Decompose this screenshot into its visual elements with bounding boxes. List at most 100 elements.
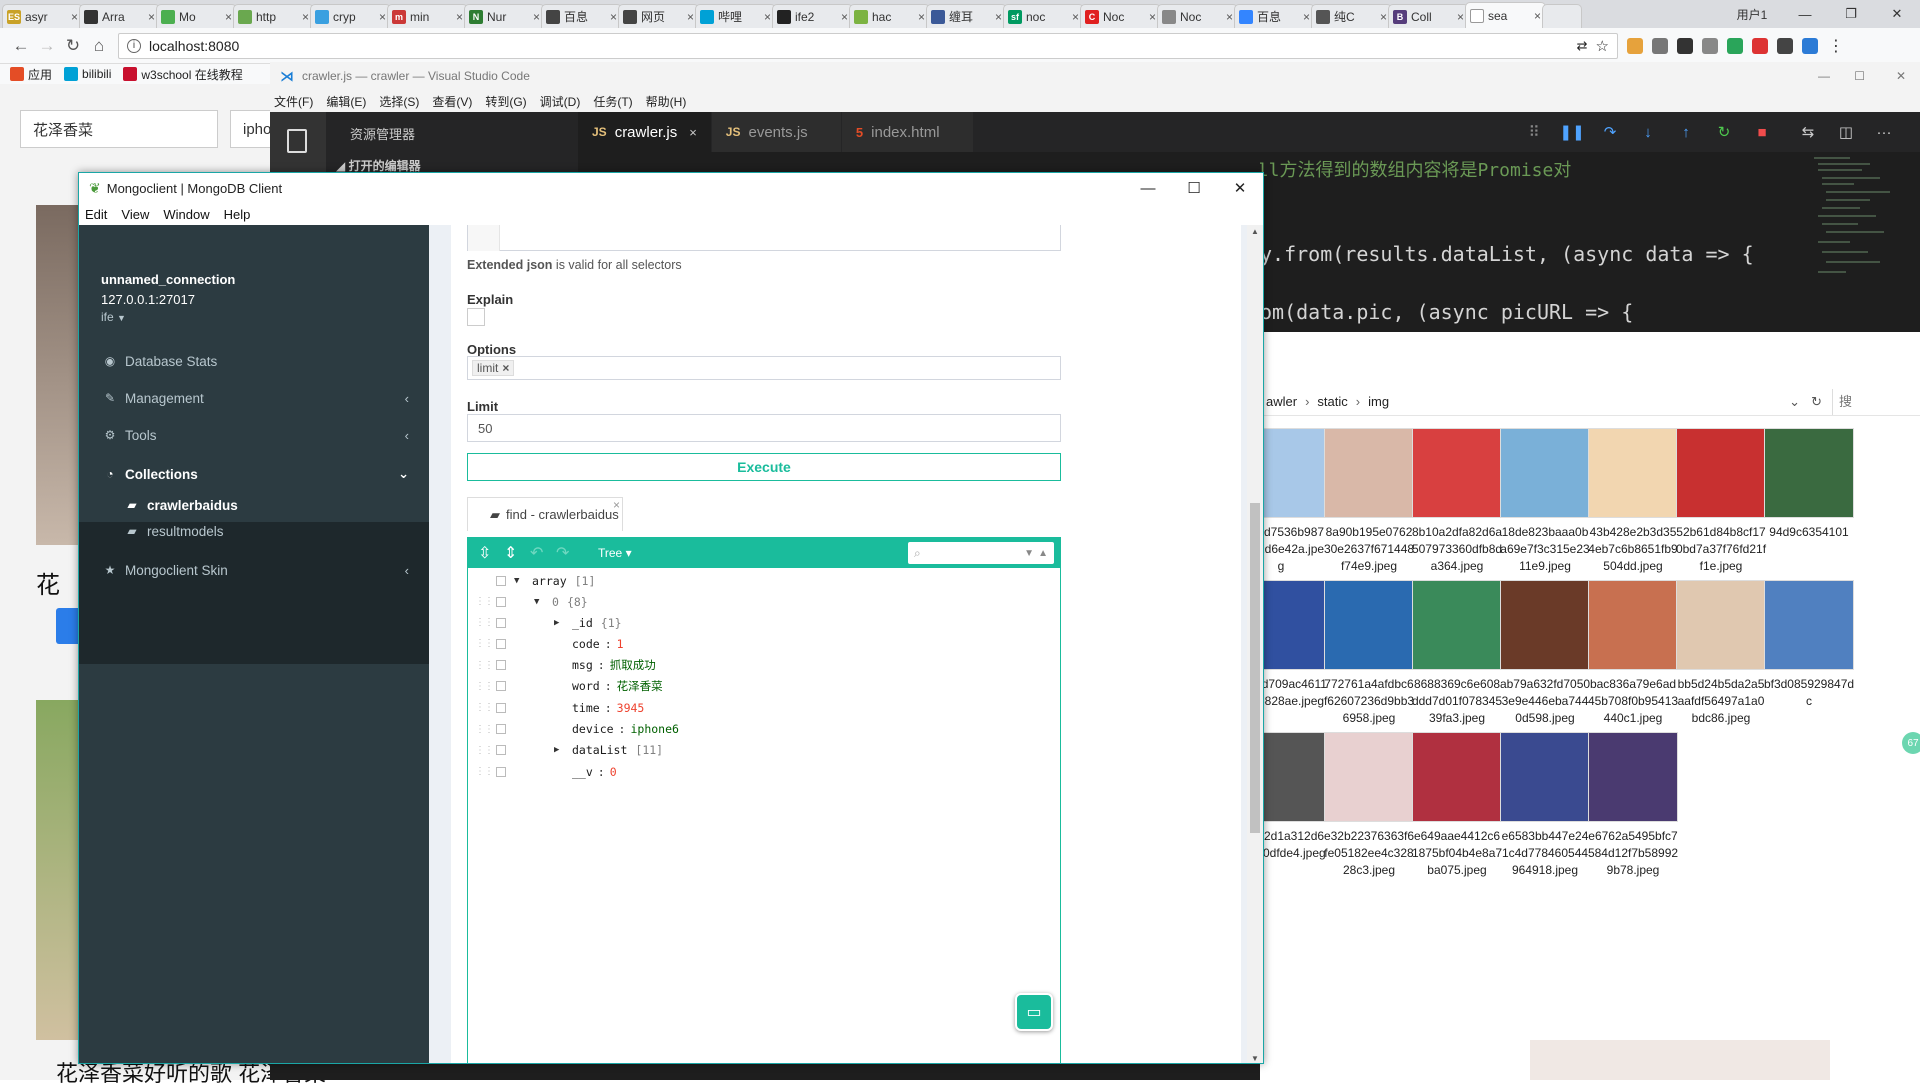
drag-handle-icon[interactable]: ⠿ — [1515, 123, 1553, 141]
tree-value[interactable]: 3945 — [617, 701, 645, 715]
content-scrollbar[interactable]: ▲ ▼ — [1247, 225, 1263, 1063]
pause-icon[interactable]: ❚❚ — [1553, 123, 1591, 141]
browser-tab[interactable]: 百息 × — [1234, 4, 1315, 28]
tree-search-input[interactable]: ⌕ ▼ ▲ — [908, 542, 1054, 564]
row-checkbox[interactable] — [496, 681, 506, 692]
vscode-menu-item[interactable]: 查看(V) — [432, 93, 472, 110]
side-badge[interactable]: 67 — [1902, 732, 1920, 754]
close-tab-icon[interactable]: × — [302, 10, 309, 24]
close-tab-icon[interactable]: × — [1149, 10, 1156, 24]
tree-row[interactable]: ⋮⋮ ▶ dataList [11] — [468, 740, 1060, 761]
bookmark-item[interactable]: w3school 在线教程 — [123, 66, 243, 83]
close-tab-icon[interactable]: × — [764, 10, 771, 24]
extension-icon[interactable] — [1652, 37, 1668, 54]
option-tag[interactable]: limit × — [472, 360, 515, 376]
close-tab-icon[interactable]: × — [613, 498, 620, 512]
browser-tab[interactable]: ife2 × — [772, 4, 853, 28]
step-over-icon[interactable]: ↷ — [1591, 123, 1629, 141]
tree-value[interactable]: 1 — [617, 637, 624, 651]
browser-tab[interactable]: Arra × — [79, 4, 160, 28]
chat-icon[interactable]: ▭ — [1015, 993, 1053, 1031]
browser-tab[interactable]: 纯C × — [1311, 4, 1392, 28]
close-tab-icon[interactable]: × — [687, 10, 694, 24]
close-icon[interactable]: ✕ — [1217, 173, 1263, 203]
mongoclient-menu-item[interactable]: View — [121, 207, 149, 222]
extension-icon[interactable] — [1802, 37, 1818, 54]
scroll-up-icon[interactable]: ▲ — [1251, 227, 1259, 236]
bookmark-item[interactable]: 应用 — [10, 66, 52, 83]
files-icon[interactable] — [287, 129, 307, 153]
tree-row[interactable]: ⋮⋮ word: 花泽香菜 — [468, 676, 1060, 697]
expand-toggle-icon[interactable]: ▼ — [514, 576, 519, 586]
browser-tab[interactable]: 百息 × — [541, 4, 622, 28]
tree-row[interactable]: ⋮⋮ code:1 — [468, 633, 1060, 654]
close-tab-icon[interactable]: × — [1457, 10, 1464, 24]
selector-editor[interactable] — [467, 225, 1061, 251]
user-profile-label[interactable]: 用户1 — [1722, 6, 1782, 23]
json-editor[interactable]: ⇳ ⇕ ↶ ↷ Tree ▾ ⌕ ▼ ▲ ▼ array [1] ⋮⋮ ▼ 0 {8} ⋮⋮ ▶… — [467, 537, 1061, 1063]
close-tab-icon[interactable]: × — [841, 10, 848, 24]
extension-icon[interactable] — [1702, 37, 1718, 54]
tree-value[interactable]: 抓取成功 — [610, 658, 656, 672]
maximize-icon[interactable]: ☐ — [1171, 173, 1217, 203]
minimize-icon[interactable]: — — [1818, 69, 1830, 83]
mongoclient-menu-item[interactable]: Window — [163, 207, 209, 222]
step-into-icon[interactable]: ↓ — [1629, 124, 1667, 141]
chevron-down-icon[interactable]: ⌄ — [1789, 394, 1800, 410]
browser-tab[interactable]: C Noc × — [1080, 4, 1161, 28]
browser-tab[interactable]: cryp × — [310, 4, 391, 28]
open-changes-icon[interactable]: ⇆ — [1789, 123, 1827, 141]
tree-value[interactable]: 花泽香菜 — [617, 679, 663, 693]
browser-tab[interactable]: N Nur × — [464, 4, 545, 28]
extension-icon[interactable] — [1627, 37, 1643, 54]
tree-value[interactable]: iphone6 — [630, 722, 678, 736]
close-tab-icon[interactable]: × — [1226, 10, 1233, 24]
reload-icon[interactable]: ↻ — [60, 36, 86, 56]
forward-icon[interactable]: → — [34, 36, 60, 56]
more-actions-icon[interactable]: ··· — [1865, 124, 1903, 141]
keyword-input[interactable]: 花泽香菜 — [20, 110, 218, 148]
row-checkbox[interactable] — [496, 596, 506, 607]
collapse-all-icon[interactable]: ⇕ — [504, 543, 520, 563]
search-next-icon[interactable]: ▼ — [1024, 548, 1034, 559]
close-icon[interactable]: ✕ — [1874, 6, 1920, 22]
drag-handle-icon[interactable]: ⋮⋮ — [475, 596, 494, 607]
tree-value[interactable]: 0 — [610, 765, 617, 779]
explain-checkbox[interactable] — [467, 308, 485, 326]
home-icon[interactable]: ⌂ — [86, 36, 112, 56]
minimap[interactable] — [1810, 152, 1900, 302]
drag-handle-icon[interactable]: ⋮⋮ — [475, 724, 494, 735]
extension-icon[interactable] — [1677, 37, 1693, 54]
address-bar[interactable]: i localhost:8080 ⇄ ☆ — [118, 32, 1618, 59]
close-tab-icon[interactable]: × — [689, 125, 697, 140]
drag-handle-icon[interactable]: ⋮⋮ — [475, 745, 494, 756]
row-checkbox[interactable] — [496, 745, 506, 756]
options-select[interactable]: limit × — [467, 356, 1061, 380]
editor-tab[interactable]: JS events.js — [711, 112, 841, 152]
browser-tab[interactable]: sf noc × — [1003, 4, 1084, 28]
file-item[interactable]: e6762a5495bfc7584d12f7b589929b78.jpeg — [1579, 732, 1687, 879]
editor-tab[interactable]: 5 index.html — [841, 112, 973, 152]
expand-toggle-icon[interactable]: ▼ — [534, 597, 539, 607]
drag-handle-icon[interactable]: ⋮⋮ — [475, 766, 494, 777]
close-tab-icon[interactable]: × — [995, 10, 1002, 24]
close-tab-icon[interactable]: × — [379, 10, 386, 24]
close-tab-icon[interactable]: × — [71, 10, 78, 24]
result-tab[interactable]: ▰ find - crawlerbaidus × — [467, 497, 623, 531]
stop-icon[interactable]: ■ — [1743, 124, 1781, 141]
vscode-menu-item[interactable]: 帮助(H) — [646, 93, 687, 110]
browser-tab[interactable]: Mo × — [156, 4, 237, 28]
close-tab-icon[interactable]: × — [918, 10, 925, 24]
row-checkbox[interactable] — [496, 766, 506, 777]
new-tab-button[interactable] — [1542, 4, 1582, 28]
drag-handle-icon[interactable]: ⋮⋮ — [475, 638, 494, 649]
close-tab-icon[interactable]: × — [610, 10, 617, 24]
database-selector[interactable]: ife ▼ — [101, 310, 126, 324]
breadcrumb-item[interactable]: static — [1317, 394, 1347, 409]
extension-icon[interactable] — [1777, 37, 1793, 54]
minimize-icon[interactable]: — — [1782, 7, 1828, 22]
vscode-menu-item[interactable]: 任务(T) — [593, 93, 632, 110]
close-tab-icon[interactable]: × — [1380, 10, 1387, 24]
vscode-menu-item[interactable]: 调试(D) — [540, 93, 581, 110]
menu-icon[interactable]: ⋮ — [1828, 36, 1844, 56]
